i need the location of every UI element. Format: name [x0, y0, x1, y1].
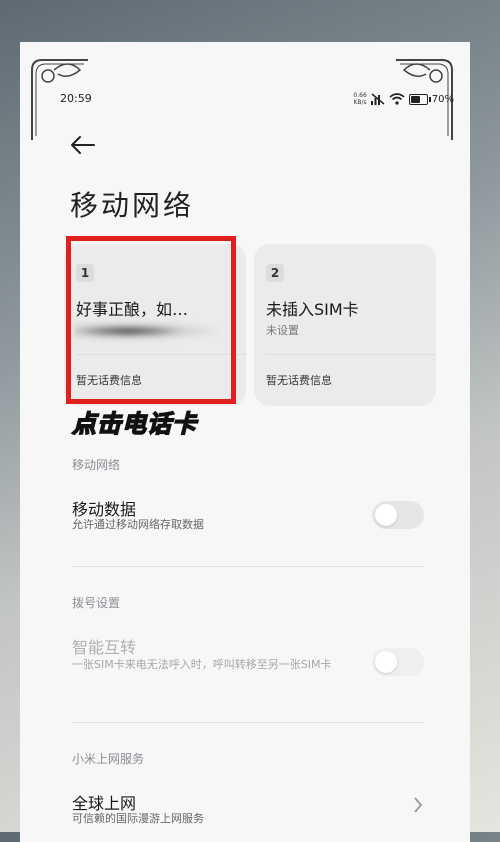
sim-subtitle: 未设置	[266, 324, 299, 337]
arrow-left-icon[interactable]	[68, 132, 100, 158]
battery-icon	[408, 93, 431, 105]
section-header-dial-settings: 拨号设置	[72, 596, 121, 610]
highlight-box	[66, 236, 236, 404]
wifi-icon	[389, 93, 405, 105]
sim-slot-badge: 2	[266, 264, 284, 282]
tip-overlay-text: 点击电话卡	[71, 409, 197, 439]
status-time: 20:59	[60, 92, 92, 105]
smart-forward-toggle[interactable]	[372, 648, 424, 676]
smart-forward-title: 智能互转	[72, 638, 137, 657]
no-signal-icon	[370, 93, 385, 105]
status-bar: 20:59 0.66 KB/s 70%	[60, 92, 454, 112]
sim-status-name: 未插入SIM卡	[266, 300, 359, 319]
global-internet-desc: 可信赖的国际漫游上网服务	[72, 812, 204, 825]
divider	[72, 722, 424, 723]
status-icons: 0.66 KB/s 70%	[353, 92, 454, 106]
sim-billing-info: 暂无话费信息	[266, 374, 332, 387]
battery-percent: 70%	[431, 93, 454, 105]
sim-card-2[interactable]: 2 未插入SIM卡 未设置 暂无话费信息	[254, 244, 436, 406]
page-title: 移动网络	[70, 189, 195, 222]
section-header-xiaomi-service: 小米上网服务	[72, 752, 145, 766]
smart-forward-desc: 一张SIM卡来电无法呼入时，呼叫转移至另一张SIM卡	[72, 658, 332, 671]
mobile-data-desc: 允许通过移动网络存取数据	[72, 518, 204, 531]
chevron-right-icon	[414, 797, 423, 813]
divider	[72, 566, 424, 567]
mobile-data-toggle[interactable]	[372, 501, 424, 529]
divider	[266, 354, 436, 355]
net-speed: 0.66 KB/s	[353, 92, 367, 106]
section-header-mobile-network: 移动网络	[72, 458, 121, 472]
